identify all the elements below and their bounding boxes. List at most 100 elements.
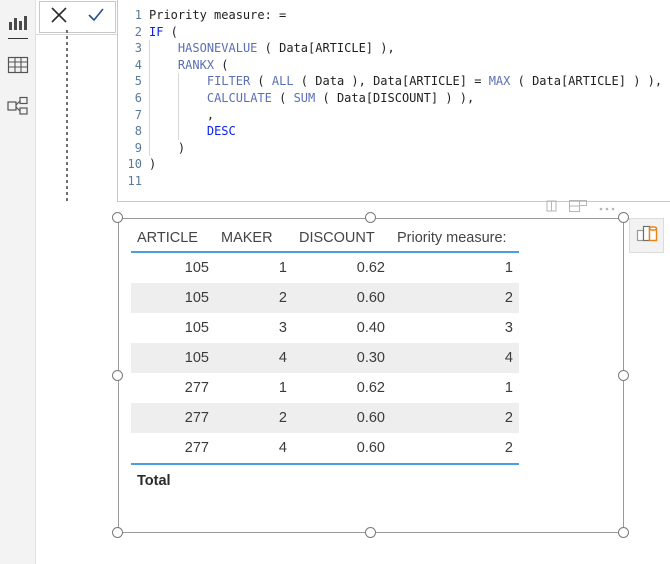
sidebar-item-data-view[interactable] <box>0 47 35 83</box>
table-total-row: Total <box>131 463 519 496</box>
line-number: 5 <box>134 74 142 89</box>
line-number: 3 <box>134 41 142 56</box>
code-line: 4 RANKX ( <box>118 56 670 74</box>
focus-mode-button[interactable] <box>629 218 664 253</box>
code-line-text: FILTER ( ALL ( Data ), Data[ARTICLE] = M… <box>149 73 662 90</box>
table-body: 105 1 0.62 1 105 2 0.60 2 105 3 0.40 3 1… <box>131 252 519 496</box>
cell-priority: 1 <box>504 380 513 396</box>
model-relationships-icon <box>6 96 29 116</box>
more-options-icon[interactable] <box>599 199 615 217</box>
resize-handle-top-right[interactable] <box>618 212 629 223</box>
visual-header-toolbar <box>546 200 622 216</box>
code-line-text: IF ( <box>149 24 178 39</box>
code-line: 5 FILTER ( ALL ( Data ), Data[ARTICLE] =… <box>118 73 670 90</box>
sidebar-item-model-view[interactable] <box>0 88 35 124</box>
code-lines: 1 Priority measure: = 2 IF ( 3 HASONEVAL… <box>118 0 670 190</box>
cell-discount: 0.40 <box>356 320 385 336</box>
resize-handle-middle-right[interactable] <box>618 370 629 381</box>
cell-article: 105 <box>184 320 209 336</box>
cell-article: 105 <box>131 283 215 313</box>
report-view-selected-indicator <box>8 38 28 39</box>
commit-formula-button[interactable] <box>80 3 112 31</box>
checkmark-icon <box>86 5 106 30</box>
line-number: 9 <box>134 140 142 155</box>
bar-chart-icon <box>7 15 29 33</box>
code-line-text: , <box>149 106 214 124</box>
total-label: Total <box>131 463 215 496</box>
column-header-article[interactable]: ARTICLE <box>131 227 215 253</box>
resize-handle-top-center[interactable] <box>365 212 376 223</box>
cell-discount: 0.60 <box>293 283 391 313</box>
resize-handle-bottom-center[interactable] <box>365 527 376 538</box>
total-priority <box>391 463 519 496</box>
resize-handle-bottom-left[interactable] <box>112 527 123 538</box>
line-number: 7 <box>134 107 142 122</box>
code-line-text: RANKX ( <box>149 56 229 74</box>
cell-article: 277 <box>184 380 209 396</box>
table-row[interactable]: 277 4 0.60 2 <box>131 433 519 464</box>
line-number: 1 <box>134 8 142 22</box>
cell-maker: 2 <box>215 403 293 433</box>
resize-handle-middle-left[interactable] <box>112 370 123 381</box>
total-discount <box>293 463 391 496</box>
line-number: 4 <box>134 57 142 72</box>
code-line: 6 CALCULATE ( SUM ( Data[DISCOUNT] ) ), <box>118 89 670 107</box>
table-visual-container[interactable]: ARTICLE MAKER DISCOUNT Priority measure:… <box>118 218 624 533</box>
filter-icon[interactable] <box>546 199 557 217</box>
table-grid-icon <box>7 56 29 74</box>
sidebar-item-report-view[interactable] <box>0 6 35 42</box>
line-number: 10 <box>127 157 142 172</box>
cancel-formula-button[interactable] <box>43 3 75 31</box>
code-line-text: ) <box>149 139 185 157</box>
code-line-text: Priority measure: = <box>149 8 287 22</box>
cell-priority: 2 <box>391 283 519 313</box>
cell-maker: 1 <box>278 380 287 396</box>
code-line-text: HASONEVALUE ( Data[ARTICLE] ), <box>149 40 395 57</box>
cell-article: 277 <box>184 440 209 456</box>
cell-article: 105 <box>131 343 215 373</box>
resize-handle-bottom-right[interactable] <box>618 527 629 538</box>
code-line: 8 DESC <box>118 123 670 140</box>
column-header-maker[interactable]: MAKER <box>215 227 293 253</box>
cell-article: 105 <box>184 260 209 276</box>
cell-maker: 4 <box>278 440 287 456</box>
code-line-text: ) <box>149 157 157 172</box>
cell-discount: 0.30 <box>293 343 391 373</box>
code-line-text: DESC <box>149 123 236 140</box>
chart-focus-icon <box>636 223 658 248</box>
code-line: 11 <box>118 173 670 190</box>
cell-maker: 1 <box>278 260 287 276</box>
table-row[interactable]: 105 2 0.60 2 <box>131 283 519 313</box>
code-line: 1 Priority measure: = <box>118 7 670 24</box>
table-row[interactable]: 277 1 0.62 1 <box>131 373 519 403</box>
line-number: 11 <box>127 173 142 188</box>
formula-bar-separator <box>36 34 118 35</box>
close-x-icon <box>49 5 69 30</box>
code-line-text: CALCULATE ( SUM ( Data[DISCOUNT] ) ), <box>149 89 474 107</box>
cell-priority: 2 <box>504 440 513 456</box>
column-header-discount[interactable]: DISCOUNT <box>293 227 391 253</box>
cell-discount: 0.60 <box>356 440 385 456</box>
focus-mode-icon[interactable] <box>569 199 587 217</box>
table-row[interactable]: 105 1 0.62 1 <box>131 252 519 283</box>
table-row[interactable]: 105 3 0.40 3 <box>131 313 519 343</box>
table-visual[interactable]: ARTICLE MAKER DISCOUNT Priority measure:… <box>131 227 519 496</box>
total-maker <box>215 463 293 496</box>
column-header-priority-measure[interactable]: Priority measure: <box>391 227 519 253</box>
cell-discount: 0.62 <box>356 260 385 276</box>
line-number: 8 <box>134 124 142 139</box>
line-number: 2 <box>134 24 142 39</box>
cell-priority: 3 <box>504 320 513 336</box>
resize-handle-top-left[interactable] <box>112 212 123 223</box>
code-line: 10 ) <box>118 156 670 173</box>
dax-formula-editor[interactable]: 1 Priority measure: = 2 IF ( 3 HASONEVAL… <box>117 0 670 202</box>
table-row[interactable]: 105 4 0.30 4 <box>131 343 519 373</box>
cell-priority: 1 <box>504 260 513 276</box>
table-row[interactable]: 277 2 0.60 2 <box>131 403 519 433</box>
line-number: 6 <box>134 90 142 105</box>
cell-maker: 2 <box>215 283 293 313</box>
cell-discount: 0.60 <box>293 403 391 433</box>
view-switcher-rail <box>0 0 36 564</box>
code-line: 7 , <box>118 106 670 124</box>
cell-maker: 4 <box>215 343 293 373</box>
